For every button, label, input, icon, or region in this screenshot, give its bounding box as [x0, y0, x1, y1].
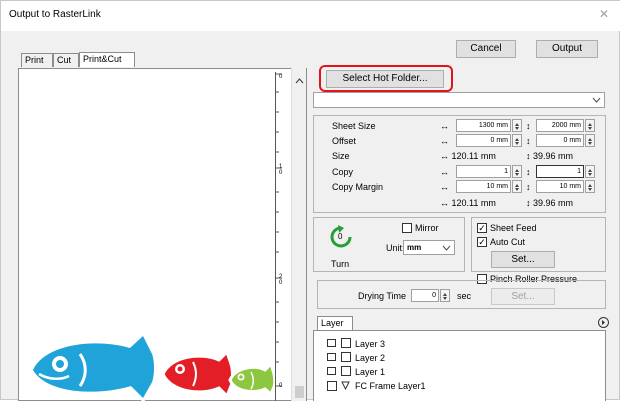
size-height-value: ↕ 39.96 mm	[526, 151, 574, 161]
height-arrow-icon: ↕	[526, 182, 531, 192]
select-hot-folder-button[interactable]: Select Hot Folder...	[326, 70, 444, 88]
auto-cut-label: Auto Cut	[490, 237, 526, 247]
margin-y-input[interactable]: 10 mm	[536, 180, 584, 193]
copy-x-input[interactable]: 1	[456, 165, 511, 178]
hot-folder-dropdown[interactable]	[313, 92, 605, 108]
layer-label: FC Frame Layer1	[355, 381, 426, 391]
chevron-down-icon	[442, 245, 451, 251]
unit-dropdown[interactable]: mm	[403, 240, 455, 255]
sheet-height-input[interactable]: 2000 mm	[536, 119, 584, 132]
spinner-icon[interactable]	[512, 180, 522, 193]
tab-print-and-cut[interactable]: Print&Cut	[79, 52, 135, 67]
preview-canvas[interactable]	[18, 68, 307, 402]
layer-label: Layer 2	[355, 353, 386, 363]
size-label: Size	[332, 151, 350, 161]
vertical-ruler: 0 10 20 0	[275, 72, 285, 401]
width-arrow-icon: ↔	[440, 182, 449, 192]
window-title: Output to RasterLink	[9, 9, 101, 20]
offset-x-input[interactable]: 0 mm	[456, 134, 511, 147]
mirror-label: Mirror	[415, 223, 439, 233]
blue-fish-icon	[29, 334, 157, 402]
ruler-label: 0	[279, 74, 283, 80]
green-fish-icon	[228, 361, 277, 397]
copy-y-input[interactable]: 1	[536, 165, 584, 178]
fish-artwork	[29, 334, 277, 402]
printer-icon	[327, 339, 336, 347]
sheet-size-label: Sheet Size	[332, 121, 376, 131]
red-fish-icon	[161, 349, 234, 399]
close-icon[interactable]: ✕	[599, 7, 609, 21]
total-width-value: ↔ 120.11 mm	[440, 198, 496, 208]
auto-cut-checkbox[interactable]: ✓	[477, 237, 487, 247]
height-arrow-icon: ↕	[526, 167, 531, 177]
width-arrow-icon: ↔	[440, 136, 449, 146]
cutter-icon	[341, 381, 350, 391]
spinner-icon[interactable]	[585, 134, 595, 147]
spinner-icon[interactable]	[585, 165, 595, 178]
title-bar: Output to RasterLink ✕	[1, 1, 620, 31]
copy-margin-label: Copy Margin	[332, 182, 384, 192]
auto-cut-set-button[interactable]: Set...	[491, 251, 555, 268]
ruler-label: 20	[279, 274, 283, 286]
layer-checkbox[interactable]	[341, 352, 351, 362]
printer-icon	[327, 353, 336, 361]
tab-layer[interactable]: Layer	[317, 316, 353, 331]
sheet-width-input[interactable]: 1300 mm	[456, 119, 511, 132]
scroll-thumb[interactable]	[295, 386, 304, 398]
turn-label: Turn	[331, 259, 350, 269]
pinch-roller-set-button[interactable]: Set...	[491, 288, 555, 305]
offset-y-input[interactable]: 0 mm	[536, 134, 584, 147]
drying-time-label: Drying Time	[358, 291, 407, 301]
preview-scrollbar[interactable]	[291, 68, 306, 401]
output-button[interactable]: Output	[536, 40, 598, 58]
margin-x-input[interactable]: 10 mm	[456, 180, 511, 193]
total-height-value: ↕ 39.96 mm	[526, 198, 574, 208]
rotation-value: 0	[338, 232, 343, 241]
mirror-checkbox[interactable]	[402, 223, 412, 233]
tab-print[interactable]: Print	[21, 53, 53, 67]
spinner-icon[interactable]	[512, 165, 522, 178]
sheet-feed-label: Sheet Feed	[490, 223, 537, 233]
spinner-icon[interactable]	[512, 119, 522, 132]
ruler-label: 0	[279, 383, 283, 389]
spinner-icon[interactable]	[440, 289, 450, 302]
scroll-up-icon	[295, 78, 304, 84]
spinner-icon[interactable]	[585, 180, 595, 193]
printer-icon	[327, 367, 336, 375]
layer-label: Layer 1	[355, 367, 386, 377]
spinner-icon[interactable]	[512, 134, 522, 147]
width-arrow-icon: ↔	[440, 167, 449, 177]
expand-icon[interactable]	[598, 317, 609, 328]
drying-time-input[interactable]: 0	[411, 289, 439, 302]
size-width-value: ↔ 120.11 mm	[440, 151, 496, 161]
offset-label: Offset	[332, 136, 356, 146]
spinner-icon[interactable]	[585, 119, 595, 132]
rotate-icon[interactable]: 0	[329, 225, 353, 249]
copy-label: Copy	[332, 167, 354, 177]
layer-checkbox[interactable]	[341, 366, 351, 376]
sheet-feed-checkbox[interactable]: ✓	[477, 223, 487, 233]
height-arrow-icon: ↕	[526, 121, 531, 131]
chevron-down-icon	[592, 97, 601, 103]
dialog-window: Output to RasterLink ✕ Cancel Output Pri…	[0, 0, 620, 402]
layer-checkbox[interactable]	[327, 381, 337, 391]
ruler-label: 10	[279, 164, 283, 176]
width-arrow-icon: ↔	[440, 121, 449, 131]
height-arrow-icon: ↕	[526, 136, 531, 146]
layer-checkbox[interactable]	[341, 338, 351, 348]
tab-cut[interactable]: Cut	[53, 53, 79, 67]
unit-label: Unit:	[386, 243, 405, 253]
drying-time-unit: sec	[457, 291, 472, 301]
cancel-button[interactable]: Cancel	[456, 40, 516, 58]
layer-label: Layer 3	[355, 339, 386, 349]
